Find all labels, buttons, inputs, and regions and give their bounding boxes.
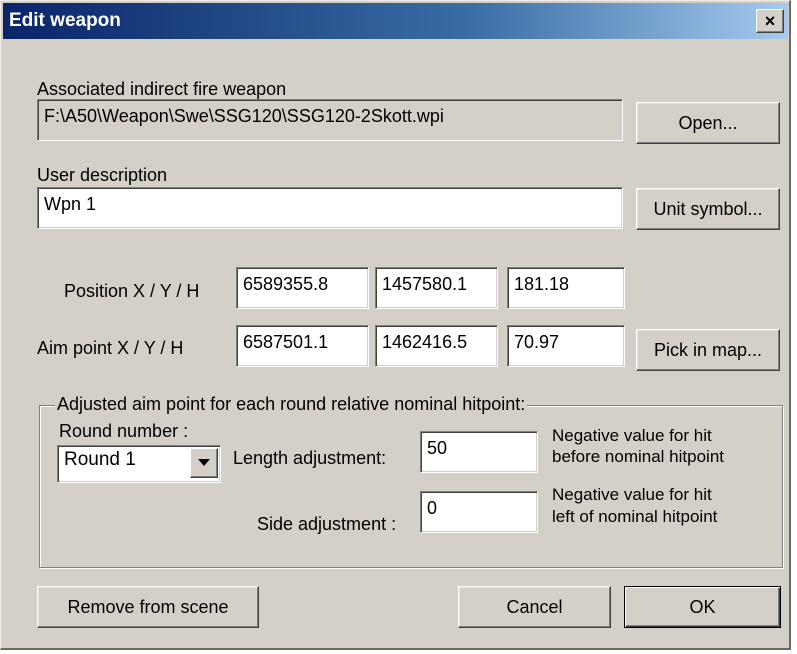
- unit-symbol-button[interactable]: Unit symbol...: [636, 188, 780, 230]
- round-number-select[interactable]: Round 1: [57, 445, 221, 483]
- description-label: User description: [37, 165, 168, 185]
- position-label: Position X / Y / H: [64, 281, 200, 301]
- title-bar[interactable]: Edit weapon ×: [3, 3, 788, 39]
- weapon-label: Associated indirect fire weapon: [37, 79, 287, 99]
- chevron-down-icon[interactable]: [190, 448, 218, 478]
- weapon-path-field: F:\A50\Weapon\Swe\SSG120\SSG120-2Skott.w…: [37, 99, 623, 141]
- position-x-input[interactable]: 6589355.8: [236, 267, 369, 309]
- ok-button[interactable]: OK: [624, 586, 781, 628]
- aim-h-input[interactable]: 70.97: [507, 325, 625, 367]
- edit-weapon-dialog: Edit weapon × Associated indirect fire w…: [0, 0, 791, 650]
- adjustment-group-label: Adjusted aim point for each round relati…: [55, 393, 528, 415]
- cancel-button[interactable]: Cancel: [458, 586, 611, 628]
- round-number-value: Round 1: [64, 449, 136, 470]
- side-note-line-2: left of nominal hitpoint: [552, 507, 718, 526]
- side-note-line-1: Negative value for hit: [552, 485, 712, 504]
- position-h-input[interactable]: 181.18: [507, 267, 625, 309]
- length-adjustment-input[interactable]: 50: [420, 431, 538, 473]
- aim-y-input[interactable]: 1462416.5: [375, 325, 498, 367]
- window-title: Edit weapon: [9, 10, 121, 31]
- pick-in-map-button[interactable]: Pick in map...: [636, 329, 780, 371]
- length-note-line-2: before nominal hitpoint: [552, 447, 725, 466]
- side-adjustment-input[interactable]: 0: [420, 491, 538, 533]
- aim-x-input[interactable]: 6587501.1: [236, 325, 369, 367]
- description-input[interactable]: Wpn 1: [37, 187, 623, 229]
- round-number-label: Round number :: [59, 421, 189, 441]
- position-y-input[interactable]: 1457580.1: [375, 267, 498, 309]
- aim-point-label: Aim point X / Y / H: [37, 338, 184, 358]
- length-note-line-1: Negative value for hit: [552, 426, 712, 445]
- side-adjustment-label: Side adjustment :: [257, 514, 397, 534]
- length-adjustment-label: Length adjustment:: [233, 448, 387, 468]
- open-button[interactable]: Open...: [636, 102, 780, 144]
- close-icon: ×: [764, 11, 776, 31]
- remove-from-scene-button[interactable]: Remove from scene: [37, 586, 259, 628]
- close-button[interactable]: ×: [756, 9, 784, 33]
